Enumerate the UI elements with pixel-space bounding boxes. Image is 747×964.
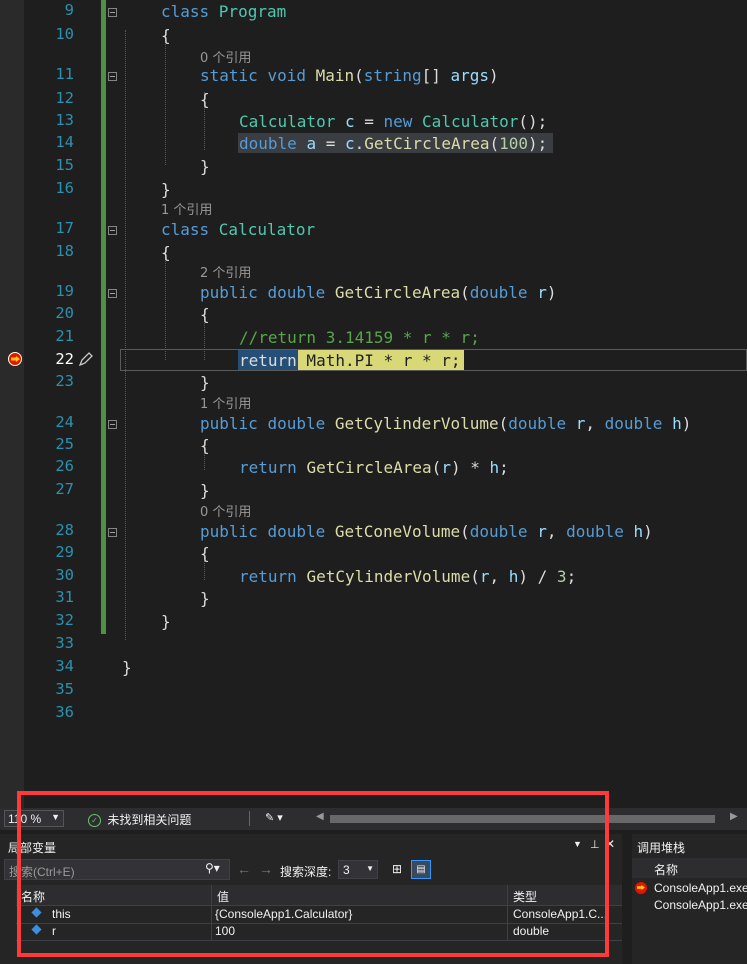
code-line[interactable]: {	[200, 305, 210, 325]
codelens-references[interactable]: 1 个引用	[200, 393, 251, 412]
collapse-toggle-icon[interactable]	[108, 226, 117, 235]
code-line[interactable]: //return 3.14159 * r * r;	[239, 328, 480, 348]
code-line[interactable]: }	[161, 180, 171, 200]
column-header-name[interactable]: 名称	[654, 861, 678, 878]
codelens-references[interactable]: 2 个引用	[200, 262, 251, 281]
code-line[interactable]: }	[200, 373, 210, 393]
scroll-right-arrow-icon[interactable]: ▶	[730, 811, 738, 822]
code-line[interactable]: {	[161, 243, 171, 263]
list-item[interactable]: ConsoleApp1.exe	[632, 880, 747, 897]
code-line[interactable]: public double GetCylinderVolume(double r…	[200, 414, 691, 434]
code-line[interactable]: {	[200, 90, 210, 110]
code-line[interactable]: return GetCircleArea(r) * h;	[239, 458, 509, 478]
code-line[interactable]: {	[200, 436, 210, 456]
collapse-toggle-icon[interactable]	[108, 289, 117, 298]
code-line[interactable]: Calculator c = new Calculator();	[239, 112, 547, 132]
collapse-toggle-icon[interactable]	[108, 528, 117, 537]
collapse-toggle-icon[interactable]	[108, 420, 117, 429]
code-line[interactable]: }	[161, 612, 171, 632]
collapse-toggle-icon[interactable]	[108, 8, 117, 17]
frame-name: ConsoleApp1.exe	[654, 898, 747, 912]
codelens-references[interactable]: 1 个引用	[161, 199, 212, 218]
code-line[interactable]: }	[200, 157, 210, 177]
annotation-highlight-box	[17, 791, 609, 957]
code-line[interactable]: }	[200, 481, 210, 501]
current-frame-icon	[635, 882, 647, 894]
code-line[interactable]: public double GetConeVolume(double r, do…	[200, 522, 653, 542]
callstack-header: 名称	[632, 858, 747, 878]
codelens-references[interactable]: 0 个引用	[200, 47, 251, 66]
code-editor[interactable]: class Program { static void Main(string[] …	[0, 0, 747, 808]
callstack-title: 调用堆栈	[637, 841, 686, 855]
indent-guide	[165, 250, 166, 360]
indent-guide	[165, 30, 166, 165]
breakpoint-current-icon[interactable]	[8, 352, 22, 366]
code-line[interactable]: double a = c.GetCircleArea(100);	[239, 134, 547, 154]
indent-guide	[125, 30, 126, 640]
codelens-references[interactable]: 0 个引用	[200, 501, 251, 520]
edit-pen-icon	[78, 351, 94, 367]
call-stack-window: 调用堆栈 名称 ConsoleApp1.exe ConsoleApp1.exe	[632, 834, 747, 964]
code-line[interactable]: return GetCylinderVolume(r, h) / 3;	[239, 567, 576, 587]
code-line[interactable]: class Calculator	[161, 220, 315, 240]
code-line[interactable]: class Program	[161, 2, 286, 22]
frame-name: ConsoleApp1.exe	[654, 881, 747, 895]
list-item[interactable]: ConsoleApp1.exe	[632, 897, 747, 914]
code-line[interactable]: public double GetCircleArea(double r)	[200, 283, 556, 303]
code-line[interactable]: }	[122, 658, 132, 678]
code-line[interactable]: {	[161, 26, 171, 46]
collapse-toggle-icon[interactable]	[108, 72, 117, 81]
code-line[interactable]: }	[200, 589, 210, 609]
code-line[interactable]: static void Main(string[] args)	[200, 66, 499, 86]
code-line[interactable]: return Math.PI * r * r;	[239, 351, 461, 371]
code-line[interactable]: {	[200, 544, 210, 564]
